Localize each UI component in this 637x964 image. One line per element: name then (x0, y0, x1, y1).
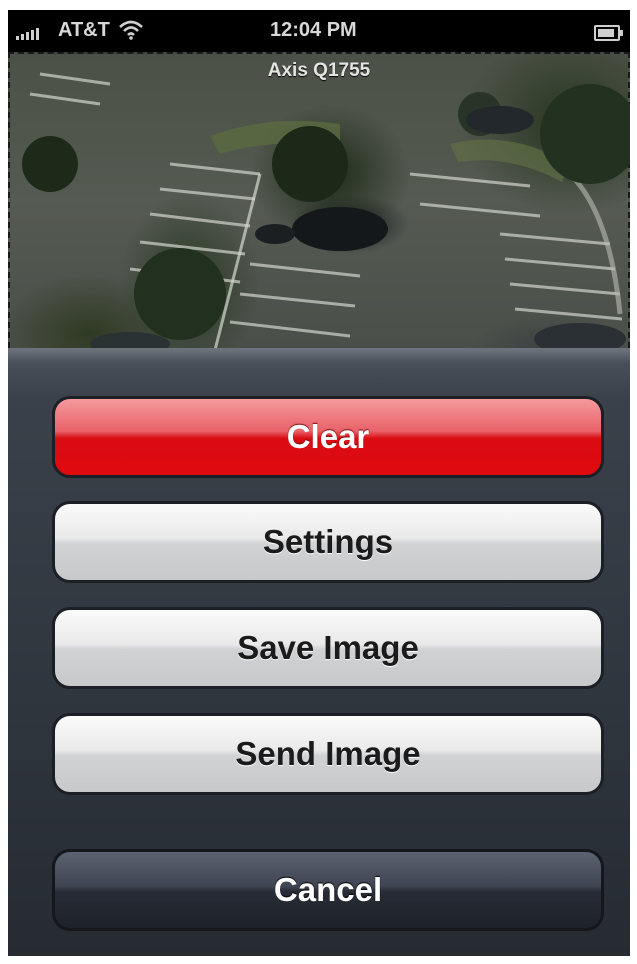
cancel-button[interactable]: Cancel (52, 849, 604, 931)
battery-icon (594, 25, 623, 41)
save-image-button[interactable]: Save Image (52, 607, 604, 689)
clear-button[interactable]: Clear (52, 396, 604, 478)
parking-lot-image (22, 72, 630, 350)
carrier-label: AT&T (58, 19, 110, 41)
action-sheet: Clear Settings Save Image Send Image Can… (8, 348, 630, 956)
settings-button[interactable]: Settings (52, 501, 604, 583)
clock-time: 12:04 PM (270, 19, 357, 41)
camera-title: Axis Q1755 (267, 60, 371, 81)
camera-view[interactable]: Axis Q1755 (8, 52, 630, 350)
phone-screen: AT&T 12:04 PM Axis Q1755 Clear Settings … (8, 10, 630, 956)
signal-strength-icon (16, 28, 39, 40)
status-bar: AT&T 12:04 PM (8, 10, 630, 52)
send-image-button[interactable]: Send Image (52, 713, 604, 795)
wifi-icon (118, 19, 144, 47)
